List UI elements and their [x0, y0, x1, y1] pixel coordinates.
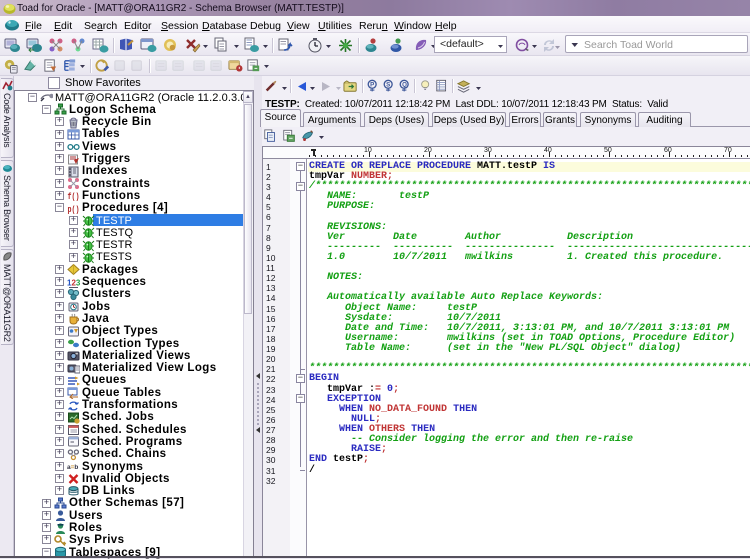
svg-text:S: S	[386, 82, 390, 89]
svg-text:123: 123	[67, 278, 80, 287]
svg-text:p(): p()	[68, 205, 80, 215]
svg-text:Q: Q	[402, 82, 407, 89]
svg-text:a=b: a=b	[67, 464, 78, 471]
svg-text:P: P	[370, 82, 374, 89]
